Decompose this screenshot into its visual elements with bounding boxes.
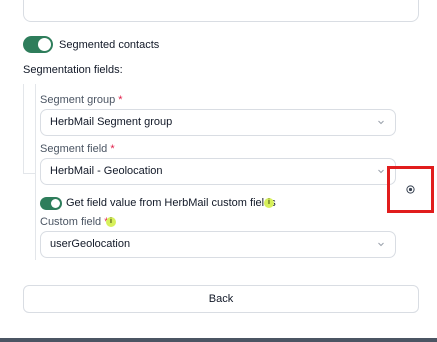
- chevron-down-icon: [378, 120, 384, 125]
- previous-field-input[interactable]: [23, 0, 419, 22]
- custom-fields-toggle[interactable]: [40, 197, 62, 210]
- segment-field-select[interactable]: HerbMail - Geolocation: [40, 158, 396, 185]
- segment-field-label: Segment field *: [40, 143, 115, 155]
- back-button[interactable]: Back: [23, 285, 419, 313]
- required-marker: *: [118, 94, 123, 106]
- segment-field-value: HerbMail - Geolocation: [50, 165, 163, 177]
- info-icon: i: [106, 217, 116, 227]
- chevron-down-icon: [378, 169, 384, 174]
- custom-field-select[interactable]: userGeolocation: [40, 231, 396, 258]
- chevron-down-icon: [378, 242, 384, 247]
- bottom-edge-bar: [0, 338, 437, 342]
- custom-field-value: userGeolocation: [50, 238, 131, 250]
- segment-group-select[interactable]: HerbMail Segment group: [40, 109, 396, 136]
- segmentation-fields-heading: Segmentation fields:: [23, 64, 123, 76]
- info-icon: i: [264, 198, 274, 208]
- toggle-knob: [38, 38, 51, 51]
- toggle-knob: [51, 199, 60, 208]
- segment-group-label: Segment group *: [40, 94, 123, 106]
- custom-fields-toggle-label: Get field value from HerbMail custom fie…: [66, 197, 276, 209]
- required-marker: *: [110, 143, 115, 155]
- segmented-contacts-label: Segmented contacts: [59, 39, 160, 51]
- custom-field-label: Custom field *: [40, 216, 108, 228]
- segment-group-value: HerbMail Segment group: [50, 116, 173, 128]
- segmented-contacts-toggle[interactable]: [23, 36, 53, 53]
- crosshair-icon: [406, 185, 415, 194]
- tree-guide-line: [35, 84, 36, 260]
